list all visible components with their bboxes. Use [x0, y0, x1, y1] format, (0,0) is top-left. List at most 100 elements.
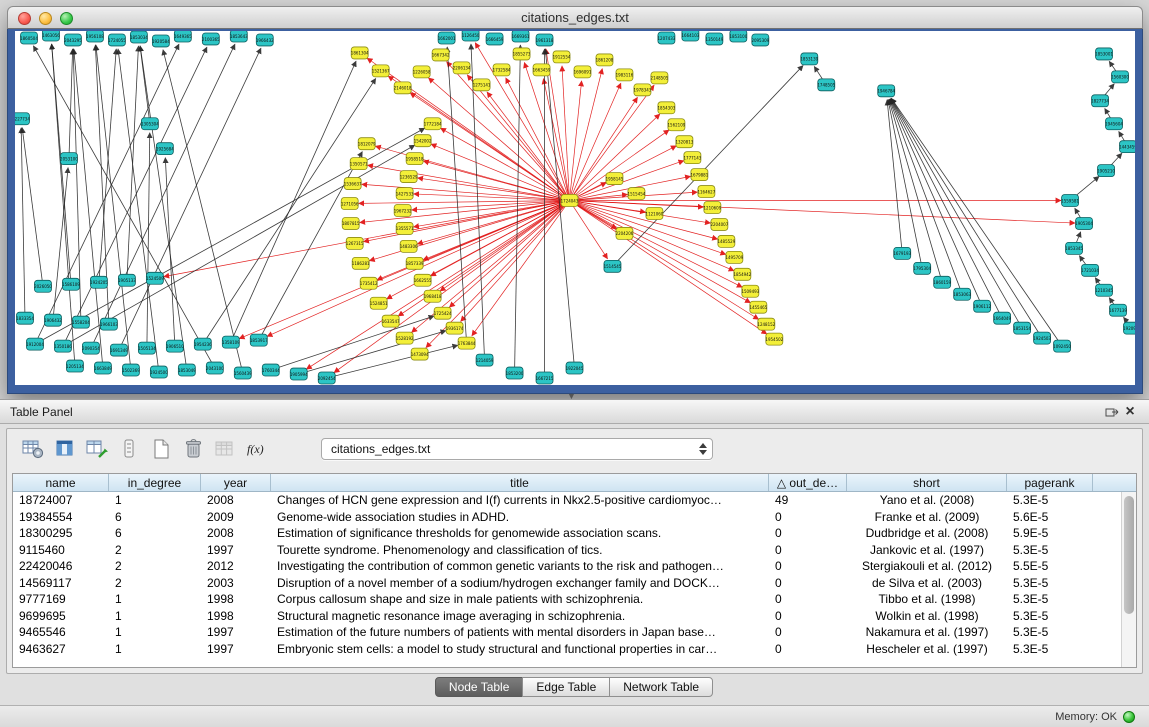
- graph-node[interactable]: 1521367: [372, 65, 390, 77]
- window-zoom-button[interactable]: [60, 12, 73, 25]
- graph-node[interactable]: 1210609: [703, 202, 721, 214]
- graph-node[interactable]: 1853154: [1013, 322, 1031, 334]
- graph-node[interactable]: 1853049: [178, 364, 196, 376]
- graph-node[interactable]: 2026050: [34, 280, 52, 292]
- graph-node[interactable]: 1649365: [174, 31, 192, 42]
- column-header-name[interactable]: name: [13, 474, 109, 491]
- graph-node[interactable]: 1663849: [94, 362, 112, 374]
- graph-node[interactable]: 1473094: [411, 348, 429, 360]
- window-close-button[interactable]: [18, 12, 31, 25]
- graph-node[interactable]: 1853139: [800, 53, 818, 65]
- graph-node[interactable]: 1795304: [913, 262, 931, 274]
- graph-node[interactable]: 1677139: [1109, 304, 1127, 316]
- graph-node[interactable]: 2100365: [202, 33, 220, 45]
- network-canvas[interactable]: 1724043186130415213672146018122605816673…: [15, 31, 1135, 385]
- graph-node[interactable]: 2148505: [651, 72, 669, 84]
- graph-node[interactable]: 1920945: [1123, 322, 1135, 334]
- window-minimize-button[interactable]: [39, 12, 52, 25]
- network-graph[interactable]: 1724043186130415213672146018122605816673…: [15, 31, 1135, 385]
- graph-node[interactable]: 1562109: [668, 119, 686, 131]
- table-row[interactable]: 946362711997Embryonic stem cells: a mode…: [13, 641, 1136, 658]
- graph-node[interactable]: 1186281: [352, 257, 370, 269]
- graph-node[interactable]: 1528192: [396, 332, 414, 344]
- graph-node[interactable]: 1443459: [1119, 141, 1135, 153]
- graph-node[interactable]: 1777143: [684, 152, 702, 164]
- graph-node[interactable]: 2146018: [394, 82, 412, 94]
- graph-node[interactable]: 1905304: [1075, 217, 1093, 229]
- graph-node[interactable]: 1664103: [682, 31, 700, 41]
- graph-node[interactable]: 1350571: [350, 158, 368, 170]
- graph-node[interactable]: 1905994: [290, 368, 308, 380]
- graph-node[interactable]: 1906510: [166, 340, 184, 352]
- graph-node[interactable]: 1214059: [476, 354, 494, 366]
- graph-node[interactable]: 1205134: [66, 360, 84, 372]
- graph-node[interactable]: 1855273: [513, 48, 531, 60]
- graph-node[interactable]: 1854303: [658, 102, 676, 114]
- tab-network-table[interactable]: Network Table: [609, 677, 713, 697]
- graph-node[interactable]: 1861304: [351, 47, 369, 59]
- graph-node[interactable]: 1662001: [438, 32, 456, 44]
- graph-node[interactable]: 2206134: [453, 62, 471, 74]
- graph-node[interactable]: 1483306: [400, 240, 418, 252]
- graph-node[interactable]: 1924503: [1033, 332, 1051, 344]
- graph-node[interactable]: 1906112: [973, 300, 991, 312]
- graph-node[interactable]: 1807815: [342, 217, 360, 229]
- show-columns-icon[interactable]: [51, 436, 79, 462]
- graph-node[interactable]: 1978343: [634, 84, 652, 96]
- graph-node[interactable]: 1961318: [536, 34, 554, 46]
- graph-node[interactable]: 1691349: [110, 344, 128, 356]
- graph-node[interactable]: 1350149: [705, 33, 723, 45]
- graph-node[interactable]: 1358109: [222, 336, 240, 348]
- float-icon[interactable]: [1103, 404, 1121, 420]
- import-table-icon[interactable]: [211, 436, 239, 462]
- graph-node[interactable]: 1946784: [877, 85, 895, 97]
- graph-node[interactable]: 1924500: [150, 366, 168, 378]
- graph-node[interactable]: 1721034: [1081, 264, 1099, 276]
- graph-node[interactable]: 1924205: [90, 276, 108, 288]
- graph-node[interactable]: 1509493: [741, 285, 759, 297]
- graph-node[interactable]: 1664049: [993, 312, 1011, 324]
- graph-node[interactable]: 1560300: [1111, 71, 1129, 83]
- graph-node[interactable]: 1724055: [108, 34, 126, 46]
- network-select[interactable]: citations_edges.txt: [321, 438, 713, 460]
- column-header-year[interactable]: year: [201, 474, 271, 491]
- graph-node[interactable]: 1207433: [658, 32, 676, 44]
- graph-node[interactable]: 1920584: [152, 35, 170, 47]
- graph-node[interactable]: 1210345: [1095, 284, 1113, 296]
- graph-node[interactable]: 1560439: [234, 367, 252, 379]
- window-titlebar[interactable]: citations_edges.txt: [7, 6, 1143, 29]
- graph-node[interactable]: 1463056: [42, 31, 60, 41]
- new-row-icon[interactable]: [115, 436, 143, 462]
- vertical-scrollbar[interactable]: [1121, 492, 1136, 667]
- delete-icon[interactable]: [179, 436, 207, 462]
- graph-node[interactable]: 1495709: [725, 251, 743, 263]
- graph-node[interactable]: 1427533: [396, 188, 414, 200]
- graph-node[interactable]: 1724043: [561, 195, 579, 207]
- graph-node[interactable]: 1958145: [606, 173, 624, 185]
- graph-node[interactable]: 1663459: [533, 64, 551, 76]
- column-header-short[interactable]: short: [847, 474, 1007, 491]
- graph-node[interactable]: 2204206: [616, 227, 634, 239]
- function-builder-icon[interactable]: f(x): [243, 436, 271, 462]
- graph-node[interactable]: 1853100: [729, 31, 747, 42]
- graph-node[interactable]: 1912554: [553, 51, 571, 63]
- graph-node[interactable]: 1121060: [646, 208, 664, 220]
- tab-edge-table[interactable]: Edge Table: [522, 677, 610, 697]
- graph-node[interactable]: 1912004: [26, 338, 44, 350]
- tab-node-table[interactable]: Node Table: [435, 677, 524, 697]
- graph-node[interactable]: 1922045: [566, 362, 584, 374]
- graph-node[interactable]: 1524509: [146, 272, 164, 284]
- graph-node[interactable]: 1696091: [574, 66, 592, 78]
- graph-node[interactable]: 1505134: [138, 342, 156, 354]
- graph-node[interactable]: 1455465: [749, 301, 767, 313]
- column-header-pagerank[interactable]: pagerank: [1007, 474, 1093, 491]
- graph-node[interactable]: 1559581: [1061, 195, 1079, 207]
- graph-node[interactable]: 1735412: [360, 277, 378, 289]
- graph-node[interactable]: 1275141: [473, 79, 491, 91]
- new-column-icon[interactable]: [83, 436, 111, 462]
- graph-node[interactable]: 1763844: [458, 337, 476, 349]
- graph-node[interactable]: 1586109: [62, 278, 80, 290]
- graph-node[interactable]: 1833354: [16, 312, 34, 324]
- graph-node[interactable]: 1966432: [256, 34, 274, 46]
- graph-node[interactable]: 1967232: [394, 205, 412, 217]
